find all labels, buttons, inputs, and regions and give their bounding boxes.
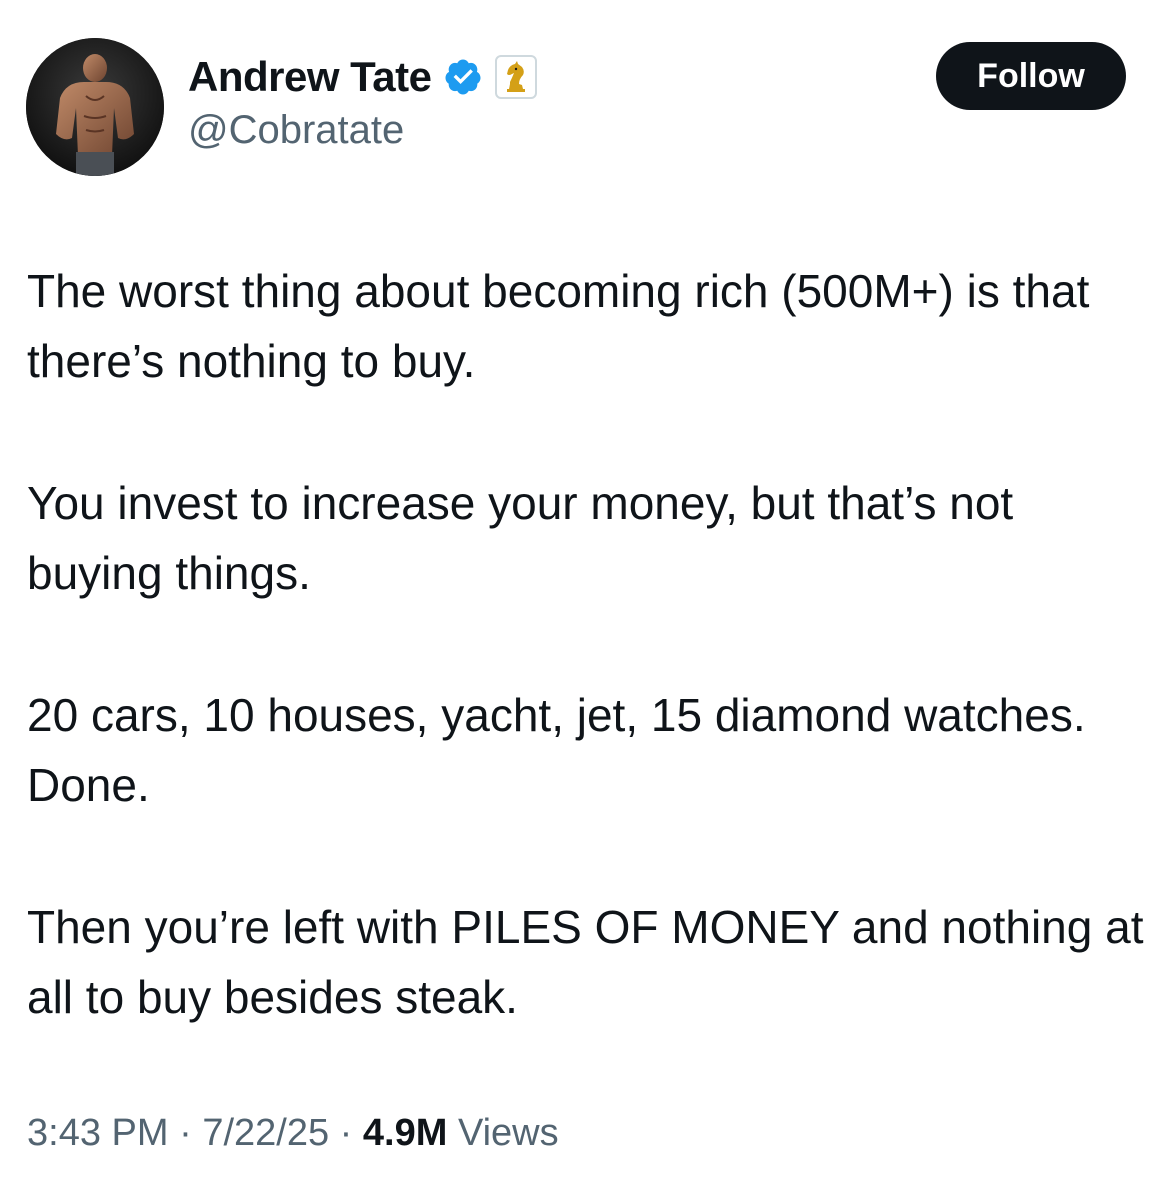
tweet-paragraph: The worst thing about becoming rich (500… (27, 265, 1090, 387)
author-handle[interactable]: @Cobratate (188, 108, 404, 153)
tweet-date[interactable]: 7/22/25 (202, 1112, 329, 1154)
affiliate-badge[interactable] (495, 55, 538, 99)
tweet-metadata: 3:43 PM · 7/22/25 · 4.9M Views (27, 1112, 559, 1155)
views-label: Views (457, 1112, 559, 1154)
tweet-time[interactable]: 3:43 PM (27, 1112, 169, 1154)
meta-separator: · (339, 1112, 353, 1154)
tweet-paragraph: You invest to increase your money, but t… (27, 477, 1014, 599)
meta-separator: · (179, 1112, 192, 1154)
tweet-paragraph: 20 cars, 10 houses, yacht, jet, 15 diamo… (27, 689, 1086, 811)
author-display-name[interactable]: Andrew Tate (188, 53, 432, 101)
avatar-image (26, 38, 164, 176)
verified-checkmark-icon[interactable] (443, 57, 483, 97)
views-count: 4.9M (362, 1112, 448, 1154)
tweet-text: The worst thing about becoming rich (500… (27, 256, 1147, 1032)
follow-button[interactable]: Follow (936, 42, 1126, 110)
avatar[interactable] (26, 38, 164, 176)
tweet-paragraph: Then you’re left with PILES OF MONEY and… (27, 901, 1144, 1023)
chess-knight-icon (507, 61, 526, 92)
author-name-row: Andrew Tate (188, 50, 538, 104)
